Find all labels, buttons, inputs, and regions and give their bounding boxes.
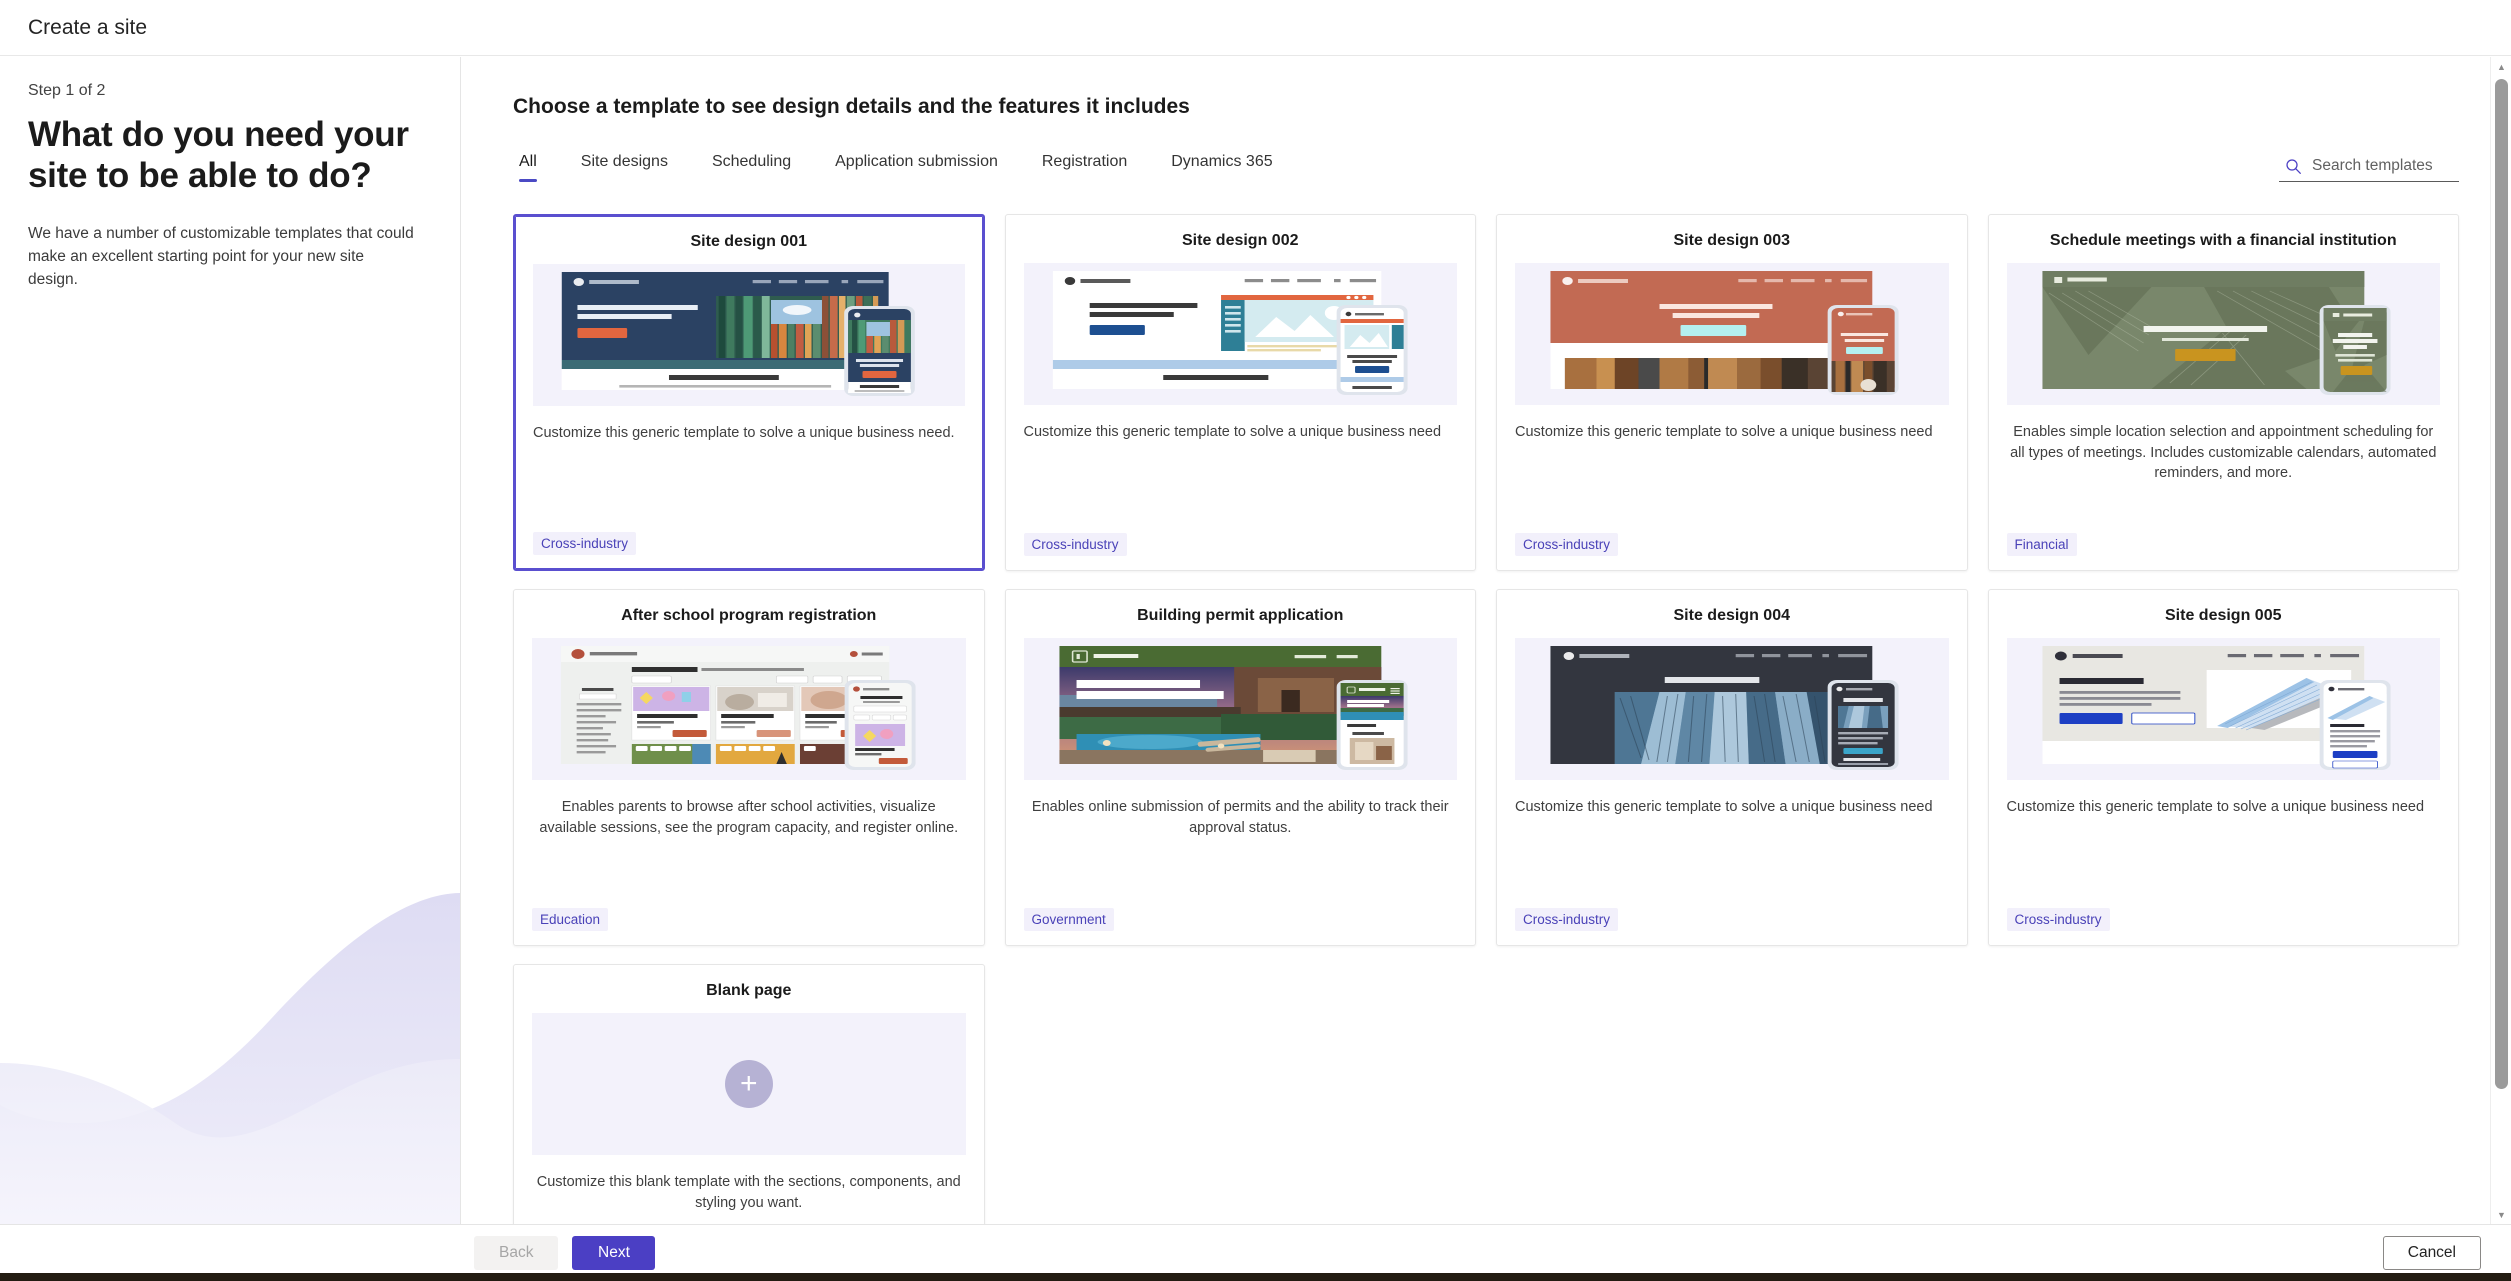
tab-site-designs[interactable]: Site designs: [559, 153, 690, 182]
card-title: Building permit application: [1137, 607, 1344, 624]
card-thumbnail-site-design-004: [1515, 638, 1949, 780]
card-description: Customize this blank template with the s…: [536, 1174, 961, 1211]
card-title: Site design 002: [1182, 232, 1299, 249]
tab-application-submission[interactable]: Application submission: [813, 153, 1020, 182]
card-thumbnail-site-design-002: [1023, 263, 1457, 405]
card-tag: Government: [1023, 908, 1114, 931]
card-thumbnail-site-design-005: [2006, 638, 2440, 780]
template-card-blank-page[interactable]: Blank page + Customize this blank templa…: [513, 964, 985, 1225]
search-templates-box[interactable]: Search templates: [2279, 157, 2459, 182]
scrollbar-thumb[interactable]: [2495, 79, 2508, 1089]
card-thumbnail-site-design-003: [1515, 263, 1949, 405]
scroll-down-arrow[interactable]: ▼: [2491, 1205, 2511, 1225]
card-title: Blank page: [706, 982, 792, 999]
template-card-building-permit[interactable]: Building permit application Enables onli…: [1004, 589, 1476, 946]
card-thumbnail-blank-page: +: [532, 1013, 966, 1155]
template-card-schedule-meetings[interactable]: Schedule meetings with a financial insti…: [1987, 214, 2459, 571]
wizard-question: What do you need your site to be able to…: [28, 115, 409, 196]
card-tag: Cross-industry: [533, 532, 637, 555]
template-card-grid: Site design 001 Customize this generic t…: [513, 214, 2459, 1225]
wizard-right-pane: Choose a template to see design details …: [461, 57, 2511, 1225]
card-tag: Cross-industry: [1515, 533, 1619, 556]
card-tag: Cross-industry: [1515, 908, 1619, 931]
scroll-up-arrow[interactable]: ▲: [2491, 57, 2511, 77]
search-input-placeholder[interactable]: Search templates: [2312, 157, 2433, 175]
template-scroll-area[interactable]: Choose a template to see design details …: [461, 57, 2511, 1225]
template-card-site-design-001[interactable]: Site design 001 Customize this generic t…: [513, 214, 985, 571]
card-title: Schedule meetings with a financial insti…: [2049, 232, 2397, 249]
decorative-wave-graphic: [0, 893, 460, 1225]
search-icon: [2286, 158, 2301, 174]
back-button[interactable]: Back: [474, 1236, 559, 1270]
step-indicator: Step 1 of 2: [28, 82, 106, 99]
page-title: Create a site: [28, 15, 148, 39]
template-card-site-design-005[interactable]: Site design 005 Customize this generic t…: [1987, 589, 2459, 946]
footer-right-actions: Cancel: [2382, 1236, 2481, 1270]
card-title: Site design 001: [690, 233, 808, 250]
screen-bottom-strip: [0, 1273, 2511, 1281]
card-tag: Financial: [2006, 533, 2077, 556]
card-thumbnail-after-school: [532, 638, 966, 780]
template-card-site-design-003[interactable]: Site design 003 Customize this generic t…: [1496, 214, 1968, 571]
tab-registration[interactable]: Registration: [1020, 153, 1149, 182]
plus-icon: +: [724, 1060, 773, 1108]
card-tag: Education: [532, 908, 609, 931]
cancel-button[interactable]: Cancel: [2382, 1236, 2481, 1270]
card-tag: Cross-industry: [2006, 908, 2110, 931]
section-heading: Choose a template to see design details …: [513, 95, 1190, 118]
tab-dynamics-365[interactable]: Dynamics 365: [1149, 153, 1294, 182]
wizard-left-pane: Step 1 of 2 What do you need your site t…: [0, 57, 461, 1225]
wizard-body: Step 1 of 2 What do you need your site t…: [0, 57, 2511, 1225]
filter-row: All Site designs Scheduling Application …: [513, 153, 2459, 182]
card-title: Site design 004: [1673, 607, 1791, 624]
card-title: After school program registration: [621, 607, 877, 624]
card-title: Site design 003: [1673, 232, 1791, 249]
wizard-lead-text: We have a number of customizable templat…: [28, 224, 414, 289]
footer-left-actions: Back Next: [474, 1236, 656, 1270]
card-thumbnail-building-permit: [1023, 638, 1457, 780]
tab-scheduling[interactable]: Scheduling: [690, 153, 813, 182]
card-thumbnail-schedule-meetings: [2006, 263, 2440, 405]
tab-all[interactable]: All: [513, 153, 559, 182]
category-tabs: All Site designs Scheduling Application …: [513, 153, 1295, 182]
vertical-scrollbar[interactable]: ▲ ▼: [2490, 57, 2511, 1225]
template-card-after-school[interactable]: After school program registration Enable…: [513, 589, 985, 946]
template-card-site-design-004[interactable]: Site design 004 Customize this generic t…: [1496, 589, 1968, 946]
next-button[interactable]: Next: [572, 1236, 656, 1270]
template-card-site-design-002[interactable]: Site design 002 Customize this generic t…: [1004, 214, 1476, 571]
card-thumbnail-site-design-001: [533, 264, 965, 406]
card-title: Site design 005: [2165, 607, 2282, 624]
window-title-bar: Create a site: [0, 0, 2511, 56]
card-tag: Cross-industry: [1023, 533, 1127, 556]
